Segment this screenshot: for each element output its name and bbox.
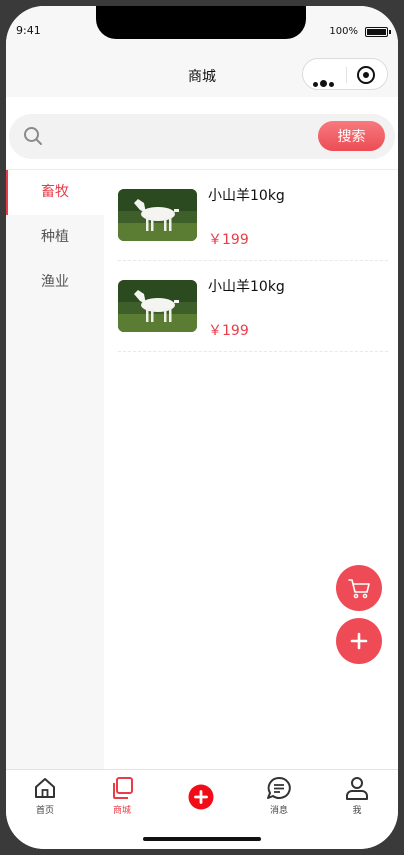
capsule-divider bbox=[346, 67, 347, 83]
battery-percent: 100% bbox=[329, 26, 358, 37]
product-name: 小山羊10kg bbox=[208, 188, 285, 204]
sidebar-item-fishery[interactable]: 渔业 bbox=[6, 260, 104, 305]
tab-add[interactable] bbox=[171, 784, 231, 813]
search-icon bbox=[24, 127, 42, 145]
miniprogram-capsule bbox=[302, 58, 388, 90]
product-list: 小山羊10kg ￥199 小山羊10kg ￥199 bbox=[104, 170, 398, 352]
product-price: ￥199 bbox=[208, 232, 249, 248]
cart-button[interactable] bbox=[336, 565, 382, 611]
tab-label: 消息 bbox=[269, 806, 288, 816]
product-price: ￥199 bbox=[208, 323, 249, 339]
sidebar-item-label: 渔业 bbox=[41, 274, 69, 290]
search-button[interactable]: 搜索 bbox=[318, 121, 385, 151]
device-notch bbox=[96, 6, 306, 39]
search-input[interactable]: 搜索 bbox=[9, 114, 395, 159]
store-icon bbox=[113, 777, 133, 799]
user-icon bbox=[346, 777, 368, 800]
more-icon[interactable] bbox=[313, 72, 337, 87]
sidebar-item-planting[interactable]: 种植 bbox=[6, 215, 104, 260]
product-name: 小山羊10kg bbox=[208, 279, 285, 295]
goat-photo[interactable] bbox=[118, 280, 197, 332]
search-section: 搜索 bbox=[6, 97, 398, 169]
nav-bar: 商城 bbox=[6, 52, 398, 97]
product-card[interactable]: 小山羊10kg ￥199 bbox=[104, 170, 398, 261]
sidebar-item-label: 种植 bbox=[41, 229, 69, 245]
product-card[interactable]: 小山羊10kg ￥199 bbox=[104, 261, 398, 352]
tab-me[interactable]: 我 bbox=[327, 776, 387, 816]
tab-home[interactable]: 首页 bbox=[15, 776, 75, 816]
add-icon bbox=[188, 784, 214, 810]
tab-label: 我 bbox=[352, 806, 362, 816]
tab-store[interactable]: 商城 bbox=[92, 776, 152, 816]
battery-icon bbox=[365, 27, 391, 37]
tab-messages[interactable]: 消息 bbox=[249, 776, 309, 816]
goat-photo[interactable] bbox=[118, 189, 197, 241]
category-sidebar: 畜牧 种植 渔业 bbox=[6, 170, 104, 769]
home-indicator bbox=[143, 837, 261, 841]
plus-icon bbox=[350, 632, 368, 650]
message-icon bbox=[267, 776, 291, 799]
close-target-icon[interactable] bbox=[357, 66, 375, 84]
sidebar-item-label: 畜牧 bbox=[41, 184, 69, 200]
tab-label: 商城 bbox=[112, 806, 131, 816]
status-time: 9:41 bbox=[16, 24, 41, 37]
add-button[interactable] bbox=[336, 618, 382, 664]
cart-icon bbox=[348, 579, 370, 599]
phone-screen: 9:41 100% 商城 搜索 畜牧 种植 渔业 小山羊10kg ￥199 小山… bbox=[6, 6, 398, 849]
home-icon bbox=[35, 778, 55, 798]
sidebar-item-livestock[interactable]: 畜牧 bbox=[6, 170, 104, 215]
tab-label: 首页 bbox=[35, 806, 54, 816]
